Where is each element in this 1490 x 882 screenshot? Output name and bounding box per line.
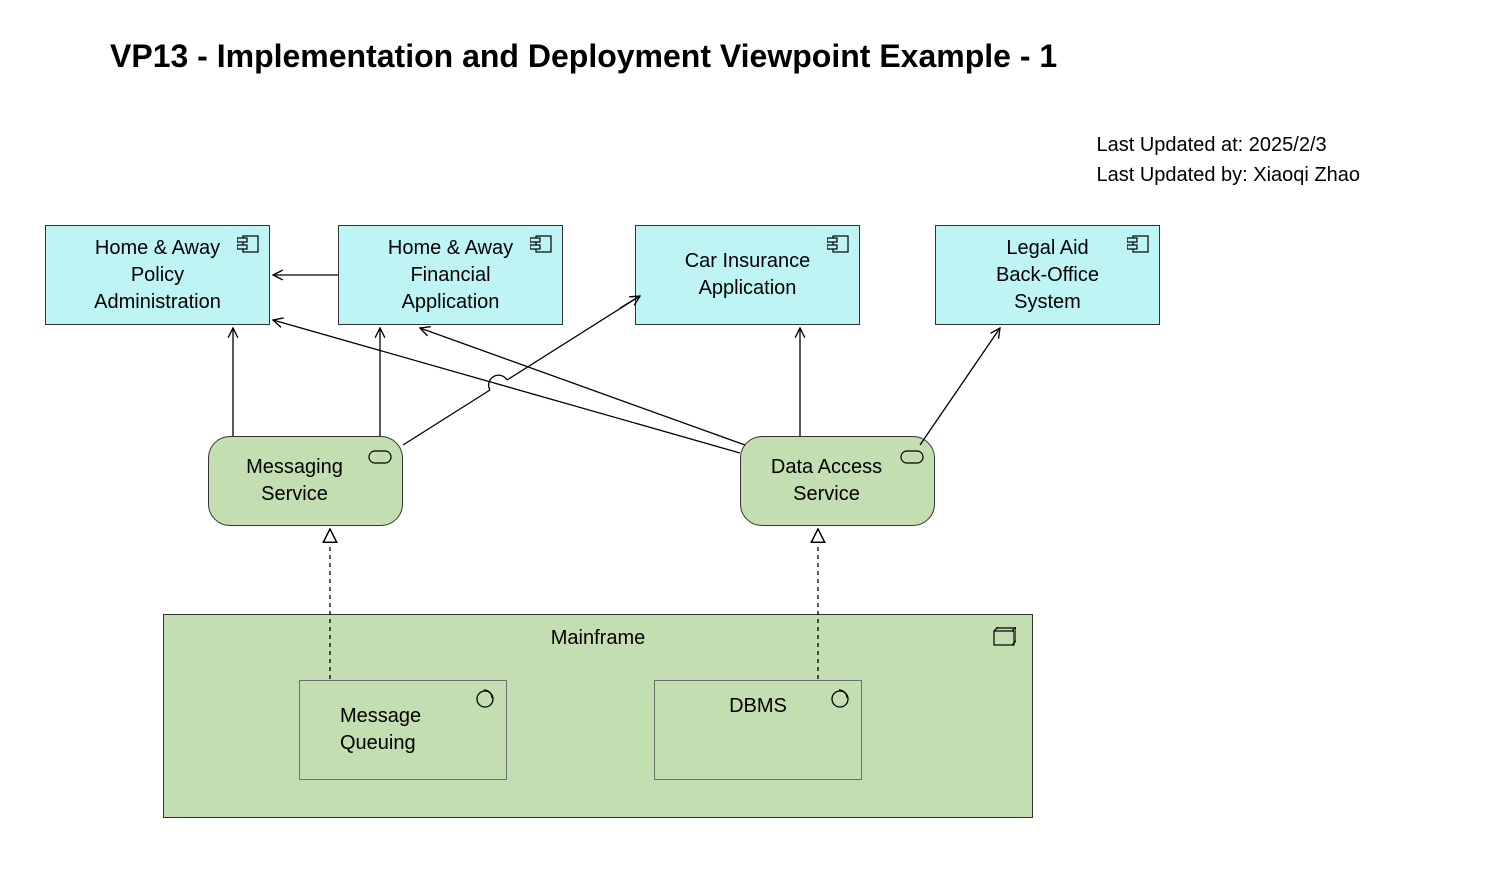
node-policy-admin[interactable]: Home & Away Policy Administration bbox=[45, 225, 270, 325]
node-label-line: Administration bbox=[54, 289, 261, 316]
node-data-access-service[interactable]: Data Access Service bbox=[740, 436, 935, 526]
node-label-line: Application bbox=[347, 289, 554, 316]
node-label: DBMS bbox=[729, 693, 787, 720]
node-messaging-service[interactable]: Messaging Service bbox=[208, 436, 403, 526]
last-updated-at: Last Updated at: 2025/2/3 bbox=[1096, 130, 1360, 160]
node-dbms[interactable]: DBMS bbox=[654, 680, 862, 780]
metadata-block: Last Updated at: 2025/2/3 Last Updated b… bbox=[1096, 130, 1360, 190]
node-label: Mainframe bbox=[551, 625, 645, 652]
last-updated-by-value: Xiaoqi Zhao bbox=[1253, 164, 1360, 186]
node-label-line: Data Access bbox=[749, 454, 904, 481]
application-component-icon bbox=[1127, 234, 1149, 261]
node-label-line: Home & Away bbox=[54, 235, 261, 262]
application-component-icon bbox=[530, 234, 552, 261]
application-component-icon bbox=[827, 234, 849, 261]
system-software-icon bbox=[829, 689, 851, 717]
last-updated-at-value: 2025/2/3 bbox=[1249, 134, 1327, 156]
node-label-line: Financial bbox=[347, 262, 554, 289]
service-icon bbox=[368, 445, 392, 472]
node-label-line: Home & Away bbox=[347, 235, 554, 262]
node-car-insurance[interactable]: Car Insurance Application bbox=[635, 225, 860, 325]
service-icon bbox=[900, 445, 924, 472]
node-label-line: Service bbox=[217, 481, 372, 508]
system-software-icon bbox=[474, 689, 496, 717]
application-component-icon bbox=[237, 234, 259, 261]
node-mainframe[interactable]: Mainframe Message Queuing DBMS bbox=[163, 614, 1033, 818]
node-message-queuing[interactable]: Message Queuing bbox=[299, 680, 507, 780]
last-updated-at-label: Last Updated at: bbox=[1096, 134, 1248, 156]
node-label-line: Legal Aid bbox=[944, 235, 1151, 262]
node-label-line: Car Insurance bbox=[644, 248, 851, 275]
node-label-line: Service bbox=[749, 481, 904, 508]
page-title: VP13 - Implementation and Deployment Vie… bbox=[110, 38, 1057, 75]
node-legal-aid[interactable]: Legal Aid Back-Office System bbox=[935, 225, 1160, 325]
last-updated-by-label: Last Updated by: bbox=[1096, 164, 1253, 186]
node-icon bbox=[990, 627, 1016, 655]
node-label-line: Application bbox=[644, 275, 851, 302]
node-label-line: Queuing bbox=[340, 730, 498, 757]
node-financial-app[interactable]: Home & Away Financial Application bbox=[338, 225, 563, 325]
node-label-line: System bbox=[944, 289, 1151, 316]
node-label-line: Policy bbox=[54, 262, 261, 289]
node-label-line: Back-Office bbox=[944, 262, 1151, 289]
diagram-canvas: VP13 - Implementation and Deployment Vie… bbox=[0, 0, 1490, 882]
last-updated-by: Last Updated by: Xiaoqi Zhao bbox=[1096, 160, 1360, 190]
node-label-line: Messaging bbox=[217, 454, 372, 481]
